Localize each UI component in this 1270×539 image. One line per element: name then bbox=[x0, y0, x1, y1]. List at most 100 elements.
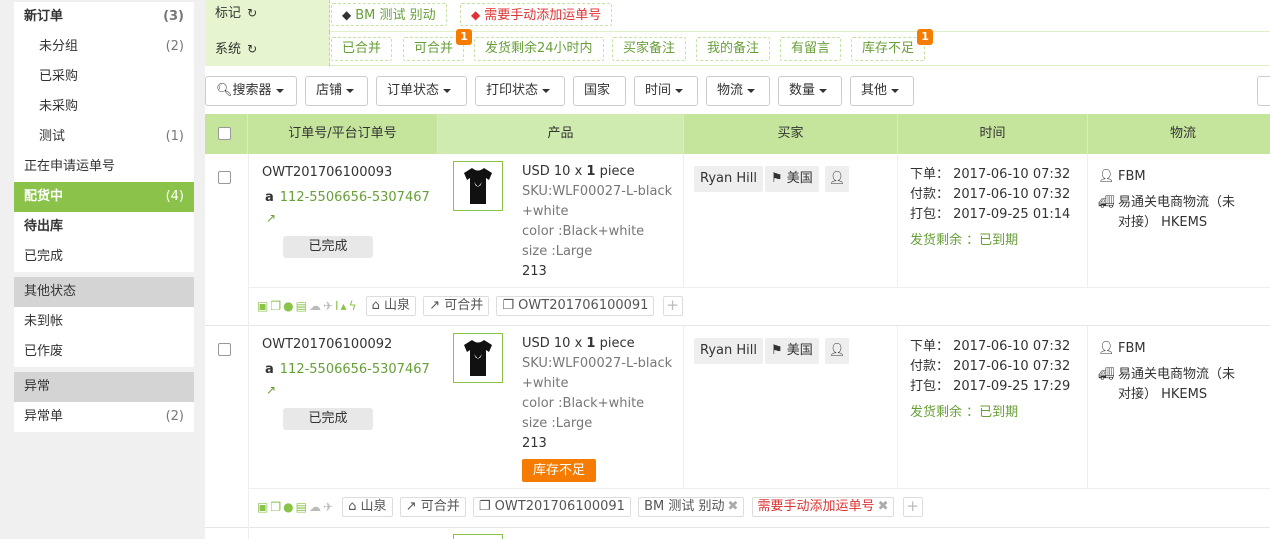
filter-toolbar: 🔍︎搜索器 店铺 订单状态 打印状态 国家 时间 物流 数量 其他 bbox=[205, 68, 1270, 112]
money-icon[interactable]: ▣ bbox=[257, 299, 270, 313]
tag-related-order[interactable]: ❐ OWT201706100091 bbox=[496, 296, 655, 316]
flag-icon: ⚑ bbox=[771, 343, 787, 358]
user-icon: 👤︎ bbox=[1098, 169, 1115, 184]
tag-mergeable[interactable]: ↗ 可合并 bbox=[399, 497, 466, 517]
divider bbox=[248, 154, 249, 326]
plane-icon[interactable]: ✈ bbox=[323, 299, 335, 313]
mark-chip-manual-tracking[interactable]: ◆ 需要手动添加运单号 bbox=[460, 3, 613, 26]
sidebar-item-awaiting-dispatch[interactable]: 待出库 bbox=[14, 212, 194, 242]
order-number[interactable]: OWT201706100092 bbox=[262, 337, 392, 352]
searcher-dropdown[interactable]: 🔍︎搜索器 bbox=[205, 76, 297, 106]
buyer-country[interactable]: ⚑ 美国 bbox=[765, 338, 819, 364]
system-chip-buyer-note[interactable]: 买家备注 bbox=[612, 37, 687, 61]
refresh-icon[interactable]: ↻ bbox=[247, 6, 257, 20]
gift-icon[interactable]: ❐ bbox=[270, 299, 283, 313]
sidebar-item-picking[interactable]: 配货中 (4) bbox=[14, 182, 194, 212]
order-number[interactable]: OWT201706100093 bbox=[262, 165, 392, 180]
sidebar-item-applying-tracking[interactable]: 正在申请运单号 bbox=[14, 152, 194, 182]
copy-icon: ❐ bbox=[502, 298, 519, 313]
sidebar-item-ungrouped[interactable]: 未分组 (2) bbox=[14, 32, 194, 62]
tag-warehouse[interactable]: ⌂ 山泉 bbox=[365, 296, 417, 316]
logistics-dropdown[interactable]: 物流 bbox=[706, 76, 770, 106]
order-status-dropdown[interactable]: 订单状态 bbox=[376, 76, 467, 106]
order-action-bar: ▣❐●▤☁✈ ⌂ 山泉 ↗ 可合并 ❐ OWT201706100091 BM 测… bbox=[257, 497, 923, 519]
tag-related-order[interactable]: ❐ OWT201706100091 bbox=[472, 497, 631, 517]
mark-chip-bm-test[interactable]: ◆ BM 测试 别动 bbox=[331, 3, 447, 26]
time-dropdown[interactable]: 时间 bbox=[634, 76, 698, 106]
product-thumbnail[interactable] bbox=[453, 333, 503, 383]
buyer-name[interactable]: Ryan Hill bbox=[694, 166, 763, 192]
cloud-icon[interactable]: ☁ bbox=[309, 299, 323, 313]
tag-warehouse[interactable]: ⌂ 山泉 bbox=[342, 497, 393, 517]
sidebar-section-other-status[interactable]: 其他状态 bbox=[14, 277, 194, 307]
print-status-dropdown[interactable]: 打印状态 bbox=[475, 76, 565, 106]
product-thumbnail[interactable] bbox=[453, 161, 503, 211]
truck-icon: 🚚︎ bbox=[1098, 367, 1115, 382]
order-times: 下单： 2017-06-10 07:32 付款： 2017-06-10 07:3… bbox=[910, 167, 1071, 248]
quantity-dropdown[interactable]: 数量 bbox=[778, 76, 842, 106]
location-icon[interactable]: ● bbox=[283, 500, 295, 514]
plane-icon[interactable]: ✈ bbox=[323, 500, 335, 514]
count-badge: 1 bbox=[917, 29, 934, 45]
tshirt-image bbox=[464, 340, 492, 376]
status-completed-button[interactable]: 已完成 bbox=[283, 408, 373, 430]
user-icon[interactable]: 👤︎ bbox=[825, 166, 849, 192]
sidebar-item-not-purchased[interactable]: 未采购 bbox=[14, 92, 194, 122]
external-link-icon[interactable]: ↗ bbox=[266, 211, 276, 225]
system-chip-ship-within-24h[interactable]: 发货剩余24小时内 bbox=[474, 37, 604, 61]
sidebar-item-exception-orders[interactable]: 异常单 (2) bbox=[14, 402, 194, 432]
platform-order-link[interactable]: a 112-5506656-5307467 bbox=[265, 190, 430, 205]
system-chip-mergeable[interactable]: 可合并 1 bbox=[403, 29, 473, 61]
money-icon[interactable]: ▣ bbox=[257, 500, 270, 514]
cloud-icon[interactable]: ☁ bbox=[309, 500, 323, 514]
drop-icon[interactable]: ▴ bbox=[341, 299, 349, 313]
system-chip-has-message[interactable]: 有留言 bbox=[780, 37, 842, 61]
sidebar-section-exception[interactable]: 异常 bbox=[14, 372, 194, 402]
system-chip-my-note[interactable]: 我的备注 bbox=[696, 37, 771, 61]
store-dropdown[interactable]: 店铺 bbox=[305, 76, 368, 106]
sidebar-item-new-orders[interactable]: 新订单 (3) bbox=[14, 2, 194, 32]
bolt-icon[interactable]: ϟ bbox=[349, 299, 359, 313]
amazon-icon: a bbox=[265, 362, 274, 377]
system-chip-low-stock[interactable]: 库存不足 1 bbox=[851, 29, 934, 61]
add-tag-button[interactable]: + bbox=[902, 497, 923, 517]
sidebar-item-purchased[interactable]: 已采购 bbox=[14, 62, 194, 92]
home-icon: ⌂ bbox=[348, 499, 361, 514]
system-filter-label: 系统 ↻ bbox=[205, 32, 330, 66]
add-tag-button[interactable]: + bbox=[662, 296, 683, 316]
gift-icon[interactable]: ❐ bbox=[270, 500, 283, 514]
divider bbox=[248, 287, 1270, 288]
sidebar-item-completed[interactable]: 已完成 bbox=[14, 242, 194, 272]
mark-filter-label: 标记 ↻ bbox=[205, 0, 330, 32]
status-completed-button[interactable]: 已完成 bbox=[283, 236, 373, 258]
tag-mergeable[interactable]: ↗ 可合并 bbox=[423, 296, 490, 316]
tag-manual-tracking[interactable]: 需要手动添加运单号 ✖ bbox=[751, 497, 895, 517]
sidebar-item-unpaid[interactable]: 未到帐 bbox=[14, 307, 194, 337]
order-checkbox[interactable] bbox=[218, 171, 231, 184]
sidebar-item-voided[interactable]: 已作废 bbox=[14, 337, 194, 367]
truck-icon: 🚚︎ bbox=[1098, 195, 1115, 210]
product-thumbnail[interactable] bbox=[453, 534, 503, 539]
low-stock-button[interactable]: 库存不足 bbox=[522, 459, 597, 482]
divider bbox=[1087, 154, 1088, 287]
platform-order-link[interactable]: a 112-5506656-5307467 bbox=[265, 362, 430, 377]
external-link-icon[interactable]: ↗ bbox=[266, 383, 276, 397]
remove-tag-icon[interactable]: ✖ bbox=[728, 499, 739, 514]
system-chip-merged[interactable]: 已合并 bbox=[331, 37, 393, 61]
print-icon[interactable]: ▤ bbox=[296, 299, 309, 313]
tag-bm-test[interactable]: BM 测试 别动 ✖ bbox=[638, 497, 745, 517]
order-table-header: 订单号/平台订单号 产品 买家 时间 物流 bbox=[205, 114, 1270, 154]
buyer-country[interactable]: ⚑ 美国 bbox=[765, 166, 819, 192]
refresh-icon[interactable]: ↻ bbox=[247, 42, 257, 56]
remove-tag-icon[interactable]: ✖ bbox=[878, 499, 889, 514]
location-icon[interactable]: ● bbox=[283, 299, 295, 313]
caret-down-icon bbox=[443, 88, 452, 93]
country-button[interactable]: 国家 bbox=[573, 76, 626, 106]
other-dropdown[interactable]: 其他 bbox=[850, 76, 914, 106]
toolbar-extra-button[interactable] bbox=[1257, 76, 1270, 106]
print-icon[interactable]: ▤ bbox=[296, 500, 309, 514]
sidebar-item-test[interactable]: 测试 (1) bbox=[14, 122, 194, 152]
user-icon[interactable]: 👤︎ bbox=[825, 338, 849, 364]
order-checkbox[interactable] bbox=[218, 343, 231, 356]
buyer-name[interactable]: Ryan Hill bbox=[694, 338, 763, 364]
